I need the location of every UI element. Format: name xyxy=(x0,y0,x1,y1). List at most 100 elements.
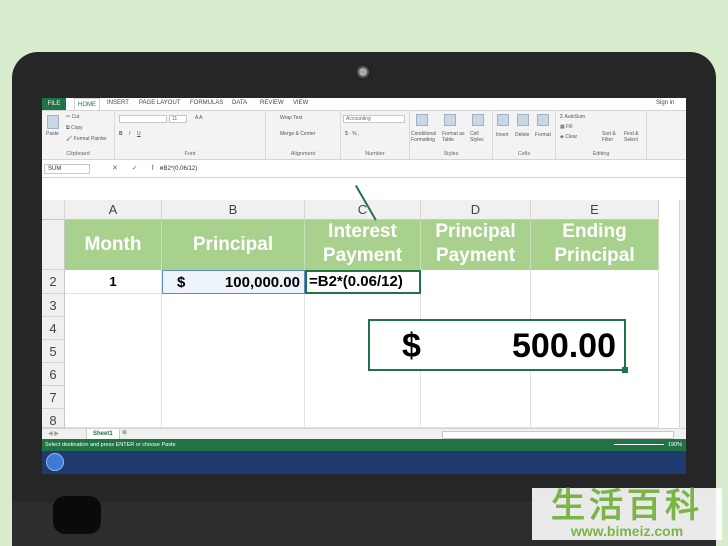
fill-handle[interactable] xyxy=(622,367,628,373)
tab-formulas[interactable]: FORMULAS xyxy=(190,100,223,106)
format-painter-button[interactable]: 🖌 Format Painter xyxy=(66,136,107,142)
alignment-label: Alignment xyxy=(290,151,316,157)
row-header-1[interactable] xyxy=(42,220,65,270)
delete-button[interactable]: Delete xyxy=(515,132,529,138)
formula-bar: SUM ✕ ✓ fx =B2*(0.06/12) xyxy=(42,161,686,178)
wrap-text-button[interactable]: Wrap Text xyxy=(280,115,302,121)
header-interest-line1: Interest xyxy=(328,221,397,242)
sort-filter-button[interactable]: Sort & Filter xyxy=(602,131,622,143)
name-box[interactable]: SUM xyxy=(44,164,90,174)
cell-styles-button[interactable]: Cell Styles xyxy=(470,131,490,143)
clear-label: Clear xyxy=(565,134,578,140)
row-header-7[interactable]: 7 xyxy=(42,386,65,409)
cell-styles-icon[interactable] xyxy=(472,114,484,126)
tab-data[interactable]: DATA xyxy=(232,100,247,106)
magnified-currency: $ xyxy=(402,327,421,365)
header-month[interactable]: Month xyxy=(65,220,162,270)
cut-button[interactable]: ✂ Cut xyxy=(66,114,79,120)
copy-label: Copy xyxy=(70,125,83,131)
row-header-2[interactable]: 2 xyxy=(42,270,65,294)
tab-file[interactable]: FILE xyxy=(42,98,66,110)
clear-button[interactable]: ◈ Clear xyxy=(560,134,577,140)
vertical-scrollbar[interactable] xyxy=(679,200,686,428)
cells-label: Cells xyxy=(517,151,531,157)
sheet-nav-arrows[interactable]: ◀ ▶ xyxy=(48,430,59,437)
copy-button[interactable]: ⧉ Copy xyxy=(66,125,83,131)
merge-center-button[interactable]: Merge & Center xyxy=(280,131,315,137)
row-header-6[interactable]: 6 xyxy=(42,363,65,386)
cell-c2-editing[interactable]: =B2*(0.06/12) xyxy=(305,270,421,294)
header-ending-line1: Ending xyxy=(562,221,627,242)
header-principal-payment[interactable]: Principal Payment xyxy=(421,220,531,270)
cell-a2[interactable]: 1 xyxy=(65,270,162,294)
tab-insert[interactable]: INSERT xyxy=(107,100,129,106)
formula-input[interactable]: =B2*(0.06/12) xyxy=(160,164,680,174)
cells-group: Insert Delete Format Cells xyxy=(493,111,556,159)
alignment-group: Wrap Text Merge & Center Alignment xyxy=(266,111,341,159)
grow-font-button[interactable]: A A xyxy=(195,115,203,121)
number-group: Accounting $ · % , Number xyxy=(341,111,410,159)
paste-button[interactable]: Paste xyxy=(46,131,59,137)
row-header-3[interactable]: 3 xyxy=(42,294,65,317)
row-header-5[interactable]: 5 xyxy=(42,340,65,363)
insert-button[interactable]: Insert xyxy=(496,132,509,138)
zoom-level[interactable]: 190% xyxy=(668,439,682,451)
find-select-button[interactable]: Find & Select xyxy=(624,131,644,143)
format-icon[interactable] xyxy=(537,114,549,126)
empty-cells-a[interactable] xyxy=(65,294,162,428)
cell-b2-value: 100,000.00 xyxy=(224,274,300,291)
header-principal-payment-line1: Principal xyxy=(435,221,516,242)
taskbar xyxy=(42,451,686,474)
empty-cells-b[interactable] xyxy=(162,294,305,428)
horizontal-scrollbar[interactable] xyxy=(442,431,674,439)
autosum-button[interactable]: Σ AutoSum xyxy=(560,114,585,120)
col-header-e[interactable]: E xyxy=(531,200,659,220)
conditional-formatting-button[interactable]: Conditional Formatting xyxy=(411,131,441,143)
currency-format-button[interactable]: $ · % , xyxy=(345,131,359,137)
format-table-button[interactable]: Format as Table xyxy=(442,131,468,143)
format-painter-label: Format Painter xyxy=(73,136,107,142)
format-button[interactable]: Format xyxy=(535,132,551,138)
zoom-slider[interactable] xyxy=(614,444,664,445)
sign-in-link[interactable]: Sign in xyxy=(656,100,674,106)
col-header-a[interactable]: A xyxy=(65,200,162,220)
header-interest-payment[interactable]: Interest Payment xyxy=(305,220,421,270)
autosum-label: AutoSum xyxy=(564,114,586,120)
insert-icon[interactable] xyxy=(497,114,509,126)
styles-label: Styles xyxy=(443,151,459,157)
header-ending-principal[interactable]: Ending Principal xyxy=(531,220,659,270)
font-size-select[interactable]: 11 xyxy=(169,115,187,123)
tab-view[interactable]: VIEW xyxy=(293,100,308,106)
cell-b2-currency: $ xyxy=(177,274,186,291)
editing-label: Editing xyxy=(592,151,610,157)
row-header-4[interactable]: 4 xyxy=(42,317,65,340)
italic-button[interactable]: I xyxy=(129,131,130,137)
ribbon-tab-bar: FILE HOME INSERT PAGE LAYOUT FORMULAS DA… xyxy=(42,98,686,111)
windows-start-icon[interactable] xyxy=(46,453,64,471)
format-table-icon[interactable] xyxy=(444,114,456,126)
laptop-foot xyxy=(53,496,101,534)
tab-page-layout[interactable]: PAGE LAYOUT xyxy=(139,100,180,106)
col-header-d[interactable]: D xyxy=(421,200,531,220)
paste-icon[interactable] xyxy=(47,115,59,129)
conditional-formatting-icon[interactable] xyxy=(416,114,428,126)
font-name-select[interactable] xyxy=(119,115,167,123)
row-header-8[interactable]: 8 xyxy=(42,409,65,428)
tab-home[interactable]: HOME xyxy=(74,98,100,110)
bold-button[interactable]: B xyxy=(119,131,123,137)
underline-button[interactable]: U xyxy=(137,131,141,137)
col-header-c[interactable]: C xyxy=(305,200,421,220)
number-format-select[interactable]: Accounting xyxy=(343,115,405,123)
tab-review[interactable]: REVIEW xyxy=(260,100,284,106)
header-principal[interactable]: Principal xyxy=(162,220,305,270)
header-interest-line2: Payment xyxy=(322,245,403,266)
new-sheet-icon[interactable]: ⊕ xyxy=(122,429,127,436)
col-header-b[interactable]: B xyxy=(162,200,305,220)
delete-icon[interactable] xyxy=(517,114,529,126)
select-all-corner[interactable] xyxy=(42,200,65,220)
fill-button[interactable]: ▦ Fill xyxy=(560,124,573,130)
font-label: Font xyxy=(184,151,196,157)
webcam xyxy=(357,66,369,78)
cell-b2[interactable]: $ 100,000.00 xyxy=(162,270,305,294)
fill-label: Fill xyxy=(566,124,573,130)
